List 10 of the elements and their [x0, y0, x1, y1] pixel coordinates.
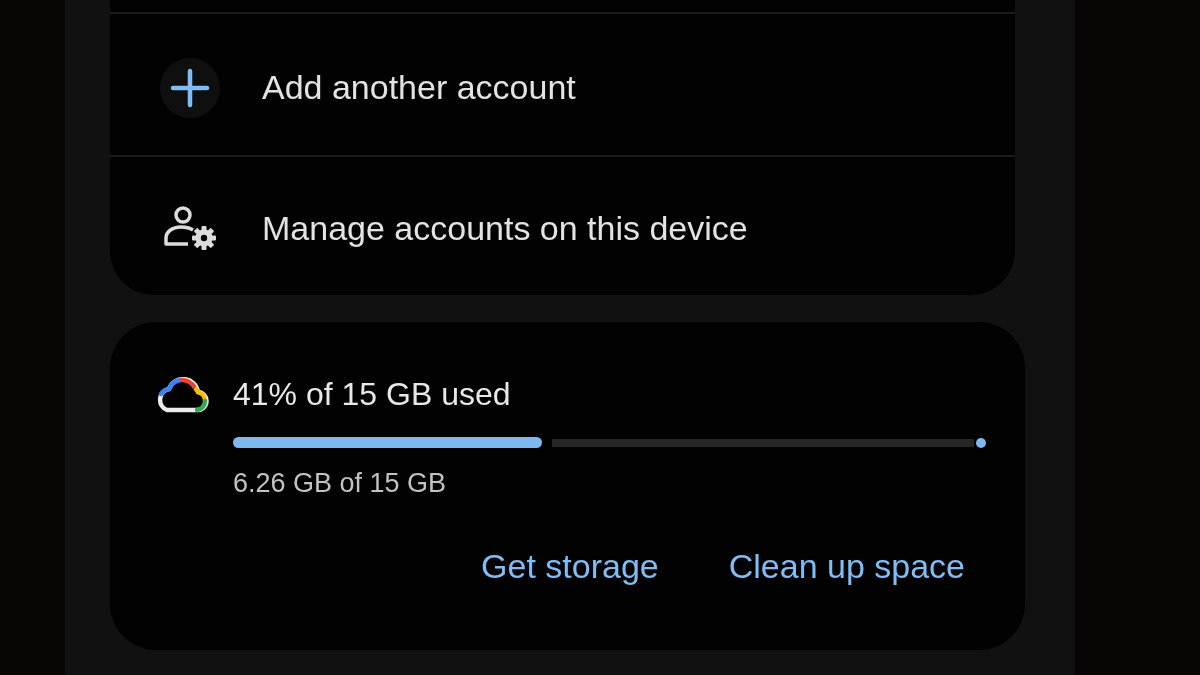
plus-icon: [160, 57, 220, 118]
menu-item[interactable]: Add another account: [262, 68, 576, 107]
end-dot-icon: [976, 437, 986, 448]
storage-title: 41% of 15 GB used: [233, 376, 511, 413]
menu-item[interactable]: Manage accounts on this device: [262, 208, 748, 248]
action-link[interactable]: Get storage: [481, 543, 659, 590]
storage-detail: 6.26 GB of 15 GB: [233, 468, 447, 499]
person-gear-icon: [163, 206, 217, 250]
action-link[interactable]: Clean up space: [728, 543, 965, 590]
cloud-icon: [155, 376, 209, 413]
